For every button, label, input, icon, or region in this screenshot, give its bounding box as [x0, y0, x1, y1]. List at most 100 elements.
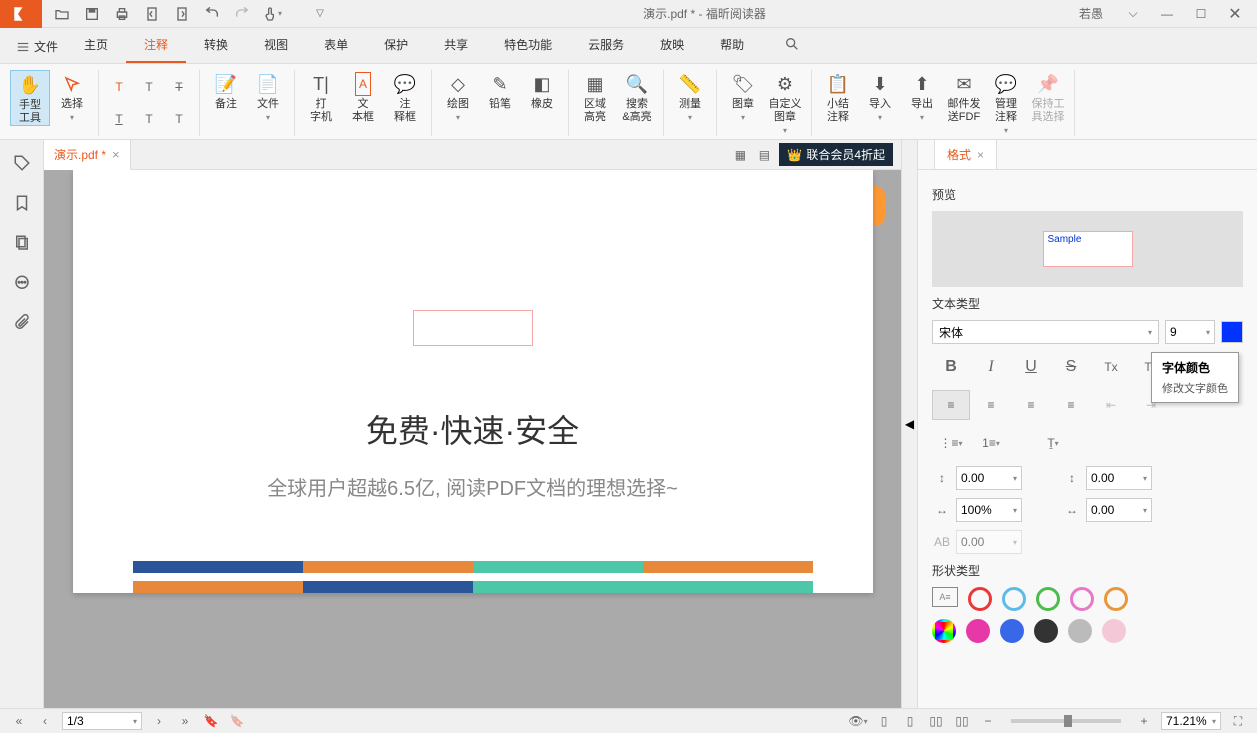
measure-button[interactable]: 📏 测量▾ [670, 70, 710, 122]
list-view-icon[interactable]: ▤ [755, 146, 773, 164]
fill-black[interactable] [1034, 619, 1058, 643]
user-dropdown-icon[interactable]: ⌵ [1123, 4, 1143, 24]
prev-page-icon[interactable]: ‹ [36, 712, 54, 730]
replace-icon[interactable]: T [135, 105, 163, 133]
color-red[interactable] [968, 587, 992, 611]
custom-stamp-button[interactable]: ⚙ 自定义 图章▾ [765, 70, 805, 135]
tab-form[interactable]: 表单 [306, 28, 366, 63]
bold-button[interactable]: B [932, 352, 970, 382]
baseline-input[interactable]: 0.00▾ [956, 530, 1022, 554]
strikethrough-button[interactable]: S [1052, 352, 1090, 382]
continuous-facing-icon[interactable]: ▯▯ [953, 712, 971, 730]
tag-panel-icon[interactable] [11, 152, 33, 174]
grid-view-icon[interactable]: ▦ [731, 146, 749, 164]
search-icon[interactable] [776, 28, 808, 63]
fill-lightpink[interactable] [1102, 619, 1126, 643]
clear-format-button[interactable]: Ṯ▾ [1034, 428, 1072, 458]
page-prev-icon[interactable] [142, 4, 162, 24]
touch-icon[interactable]: ▾ [262, 4, 282, 24]
line-height-input[interactable]: 0.00▾ [956, 466, 1022, 490]
draw-button[interactable]: ◇ 绘图▾ [438, 70, 478, 122]
width-scale-input[interactable]: 100%▾ [956, 498, 1022, 522]
bookmark-view-icon[interactable]: 🔖 [228, 712, 246, 730]
italic-button[interactable]: I [972, 352, 1010, 382]
typewriter-button[interactable]: T| 打 字机 [301, 70, 341, 124]
save-icon[interactable] [82, 4, 102, 24]
tab-cloud[interactable]: 云服务 [570, 28, 642, 63]
font-color-button[interactable] [1221, 321, 1243, 343]
tab-help[interactable]: 帮助 [702, 28, 762, 63]
tab-convert[interactable]: 转换 [186, 28, 246, 63]
redo-icon[interactable] [232, 4, 252, 24]
select-tool-button[interactable]: 选择▾ [52, 70, 92, 122]
tab-share[interactable]: 共享 [426, 28, 486, 63]
single-page-icon[interactable]: ▯ [875, 712, 893, 730]
fill-blue[interactable] [1000, 619, 1024, 643]
shape-style-icon[interactable]: A≡ [932, 587, 958, 607]
align-center-button[interactable]: ≡ [972, 390, 1010, 420]
zoom-in-icon[interactable]: + [1135, 712, 1153, 730]
strikeout-icon[interactable]: T [165, 73, 193, 101]
attachments-panel-icon[interactable] [11, 312, 33, 334]
number-list-button[interactable]: 1≡▾ [972, 428, 1010, 458]
maximize-button[interactable]: ☐ [1191, 4, 1211, 24]
search-highlight-button[interactable]: 🔍 搜索 &高亮 [617, 70, 657, 124]
char-spacing-input[interactable]: 0.00▾ [1086, 498, 1152, 522]
superscript-button[interactable]: Tx [1092, 352, 1130, 382]
promo-banner[interactable]: 👑 联合会员4折起 [779, 143, 893, 166]
tab-protect[interactable]: 保护 [366, 28, 426, 63]
last-page-icon[interactable]: » [176, 712, 194, 730]
align-justify-button[interactable]: ≡ [1052, 390, 1090, 420]
tab-close-icon[interactable]: × [112, 147, 120, 162]
bookmark-add-icon[interactable]: 🔖 [202, 712, 220, 730]
zoom-level-input[interactable]: 71.21%▾ [1161, 712, 1221, 730]
qat-more-icon[interactable]: ▽ [310, 4, 330, 24]
font-family-select[interactable]: 宋体▾ [932, 320, 1159, 344]
color-lightblue[interactable] [1002, 587, 1026, 611]
pages-panel-icon[interactable] [11, 232, 33, 254]
highlight-icon[interactable]: T [105, 73, 133, 101]
attach-file-button[interactable]: 📄 文件▾ [248, 70, 288, 122]
bullet-list-button[interactable]: ⋮≡▾ [932, 428, 970, 458]
manage-comments-button[interactable]: 💬 管理 注释▾ [986, 70, 1026, 135]
underline-icon[interactable]: T [105, 105, 133, 133]
undo-icon[interactable] [202, 4, 222, 24]
tab-home[interactable]: 主页 [66, 28, 126, 63]
document-tab[interactable]: 演示.pdf * × [44, 140, 131, 170]
squiggly-icon[interactable]: T [135, 73, 163, 101]
export-button[interactable]: ⬆ 导出▾ [902, 70, 942, 122]
area-highlight-button[interactable]: ▦ 区域 高亮 [575, 70, 615, 124]
align-right-button[interactable]: ≡ [1012, 390, 1050, 420]
tab-play[interactable]: 放映 [642, 28, 702, 63]
minimize-button[interactable]: — [1157, 4, 1177, 24]
color-pink[interactable] [1070, 587, 1094, 611]
reading-toggle-icon[interactable]: 👁▾ [849, 712, 867, 730]
open-icon[interactable] [52, 4, 72, 24]
color-orange[interactable] [1104, 587, 1128, 611]
summary-button[interactable]: 📋 小结 注释 [818, 70, 858, 124]
note-button[interactable]: 📝 备注 [206, 70, 246, 111]
tab-view[interactable]: 视图 [246, 28, 306, 63]
facing-icon[interactable]: ▯▯ [927, 712, 945, 730]
zoom-slider[interactable] [1011, 719, 1121, 723]
indent-decrease-button[interactable]: ⇤ [1092, 390, 1130, 420]
close-button[interactable]: ✕ [1225, 4, 1245, 24]
page-number-input[interactable]: 1/3▾ [62, 712, 142, 730]
underline-button[interactable]: U [1012, 352, 1050, 382]
send-fdf-button[interactable]: ✉ 邮件发 送FDF [944, 70, 984, 124]
first-page-icon[interactable]: « [10, 712, 28, 730]
text-annotation-box[interactable] [413, 310, 533, 346]
zoom-out-icon[interactable]: − [979, 712, 997, 730]
panel-close-icon[interactable]: × [977, 148, 984, 162]
comments-panel-icon[interactable] [11, 272, 33, 294]
fill-gray[interactable] [1068, 619, 1092, 643]
collapse-right-icon[interactable]: ◀ [901, 140, 917, 708]
format-panel-tab[interactable]: 格式 × [934, 140, 997, 169]
file-menu[interactable]: 文件 [8, 30, 66, 63]
bookmark-panel-icon[interactable] [11, 192, 33, 214]
document-canvas[interactable]: 💡 免费·快速·安全 全球用户超越6.5亿, 阅读PDF文档的理想选择~ [44, 170, 901, 708]
stamp-button[interactable]: 🏷 图章▾ [723, 70, 763, 122]
align-left-button[interactable]: ≡ [932, 390, 970, 420]
color-green[interactable] [1036, 587, 1060, 611]
textbox-button[interactable]: A 文 本框 [343, 70, 383, 124]
